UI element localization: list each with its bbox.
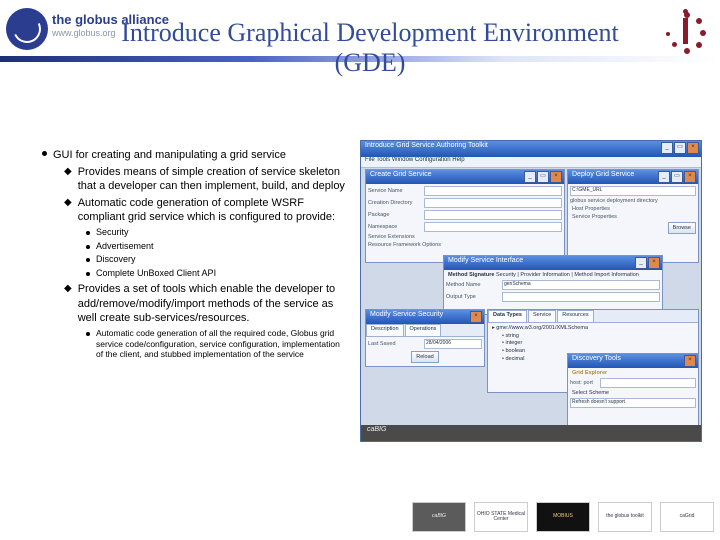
menu-bar: File Tools Window Configuration Help (361, 157, 701, 168)
panel-deploy: Deploy Grid Service_▭× C:\GME_URL globus… (567, 169, 699, 263)
slide-title: Introduce Graphical Development Environm… (100, 18, 640, 78)
close-icon: × (684, 171, 696, 183)
logo-mobius: MOBIUS (536, 502, 590, 532)
min-icon: _ (635, 257, 647, 269)
panel-title: Modify Service Security× (366, 310, 484, 324)
bullet-column: GUI for creating and manipulating a grid… (42, 148, 346, 362)
bullet-l3: Automatic code generation of all the req… (86, 328, 346, 361)
min-icon: _ (661, 142, 673, 154)
bullet-l1: GUI for creating and manipulating a grid… (42, 148, 346, 162)
panel-modify: Modify Service Interface_× Method Signat… (443, 255, 663, 315)
close-icon: × (470, 311, 482, 323)
panel-title: Modify Service Interface_× (444, 256, 662, 270)
max-icon: ▭ (674, 142, 686, 154)
panel-title: Deploy Grid Service_▭× (568, 170, 698, 184)
browse-button: Browse (668, 222, 696, 234)
panel-title: Discovery Tools× (568, 354, 698, 368)
panel-title: Create Grid Service_▭× (366, 170, 564, 184)
panel-discovery: Discovery Tools× Grid Explorer host: por… (567, 353, 699, 427)
close-icon: × (684, 355, 696, 367)
max-icon: ▭ (671, 171, 683, 183)
panel-create-service: Create Grid Service_▭× Service Name Crea… (365, 169, 565, 263)
ci-logo (662, 4, 714, 56)
bullet-l3: Advertisement (86, 241, 346, 253)
reload-button: Reload (411, 351, 438, 363)
bullet-l2: ◆Provides a set of tools which enable th… (64, 282, 346, 324)
min-icon: _ (658, 171, 670, 183)
close-icon: × (550, 171, 562, 183)
gde-screenshot: Introduce Grid Service Authoring Toolkit… (360, 140, 702, 442)
logo-cabig: caBIG (412, 502, 466, 532)
logo-ohio-state: OHIO STATE Medical Center (474, 502, 528, 532)
bullet-l3: Complete UnBoxed Client API (86, 268, 346, 280)
cabig-bar: caBIG (361, 425, 701, 441)
footer-logos: caBIG OHIO STATE Medical Center MOBIUS t… (400, 500, 714, 534)
bullet-l3: Discovery (86, 254, 346, 266)
panel-security: Modify Service Security× DescriptionOper… (365, 309, 485, 367)
close-icon: × (687, 142, 699, 154)
close-icon: × (648, 257, 660, 269)
bullet-l3: Security (86, 227, 346, 239)
logo-globus-toolkit: the globus toolkit (598, 502, 652, 532)
bullet-l2: ◆Automatic code generation of complete W… (64, 196, 346, 224)
main-window-title: Introduce Grid Service Authoring Toolkit… (361, 141, 701, 157)
max-icon: ▭ (537, 171, 549, 183)
bullet-l2: ◆Provides means of simple creation of se… (64, 165, 346, 193)
logo-cagrid: caGrid (660, 502, 714, 532)
min-icon: _ (524, 171, 536, 183)
